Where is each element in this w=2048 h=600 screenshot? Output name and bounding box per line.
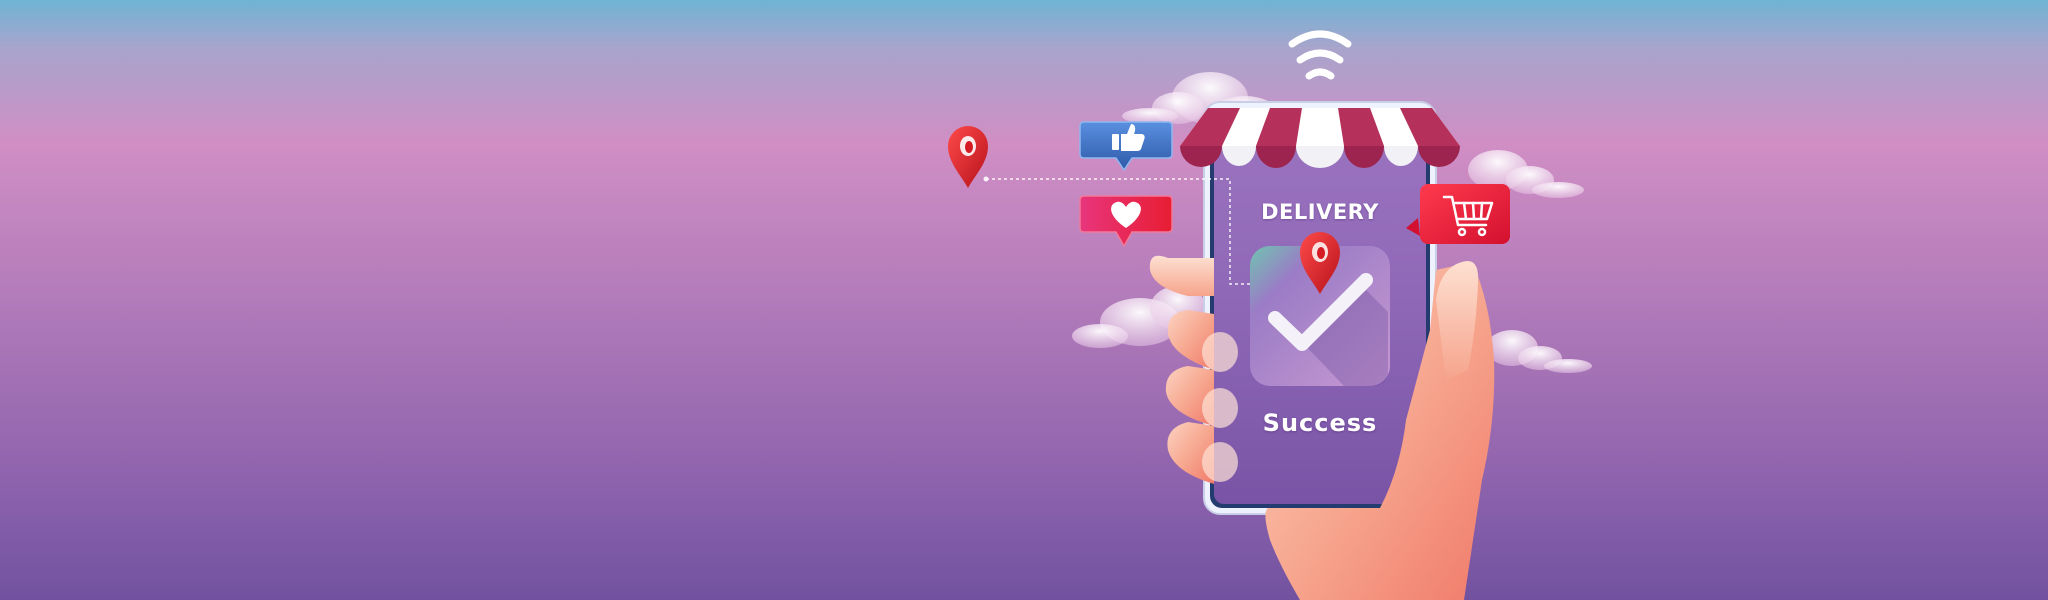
banner-illustration bbox=[0, 0, 2048, 600]
success-status-text: Success bbox=[1262, 409, 1378, 437]
delivery-heading: DELIVERY bbox=[1261, 200, 1379, 224]
shopping-cart-icon bbox=[1406, 184, 1510, 244]
delivery-banner: DELIVERY Success bbox=[0, 0, 2048, 600]
gradient-background bbox=[0, 0, 2048, 600]
